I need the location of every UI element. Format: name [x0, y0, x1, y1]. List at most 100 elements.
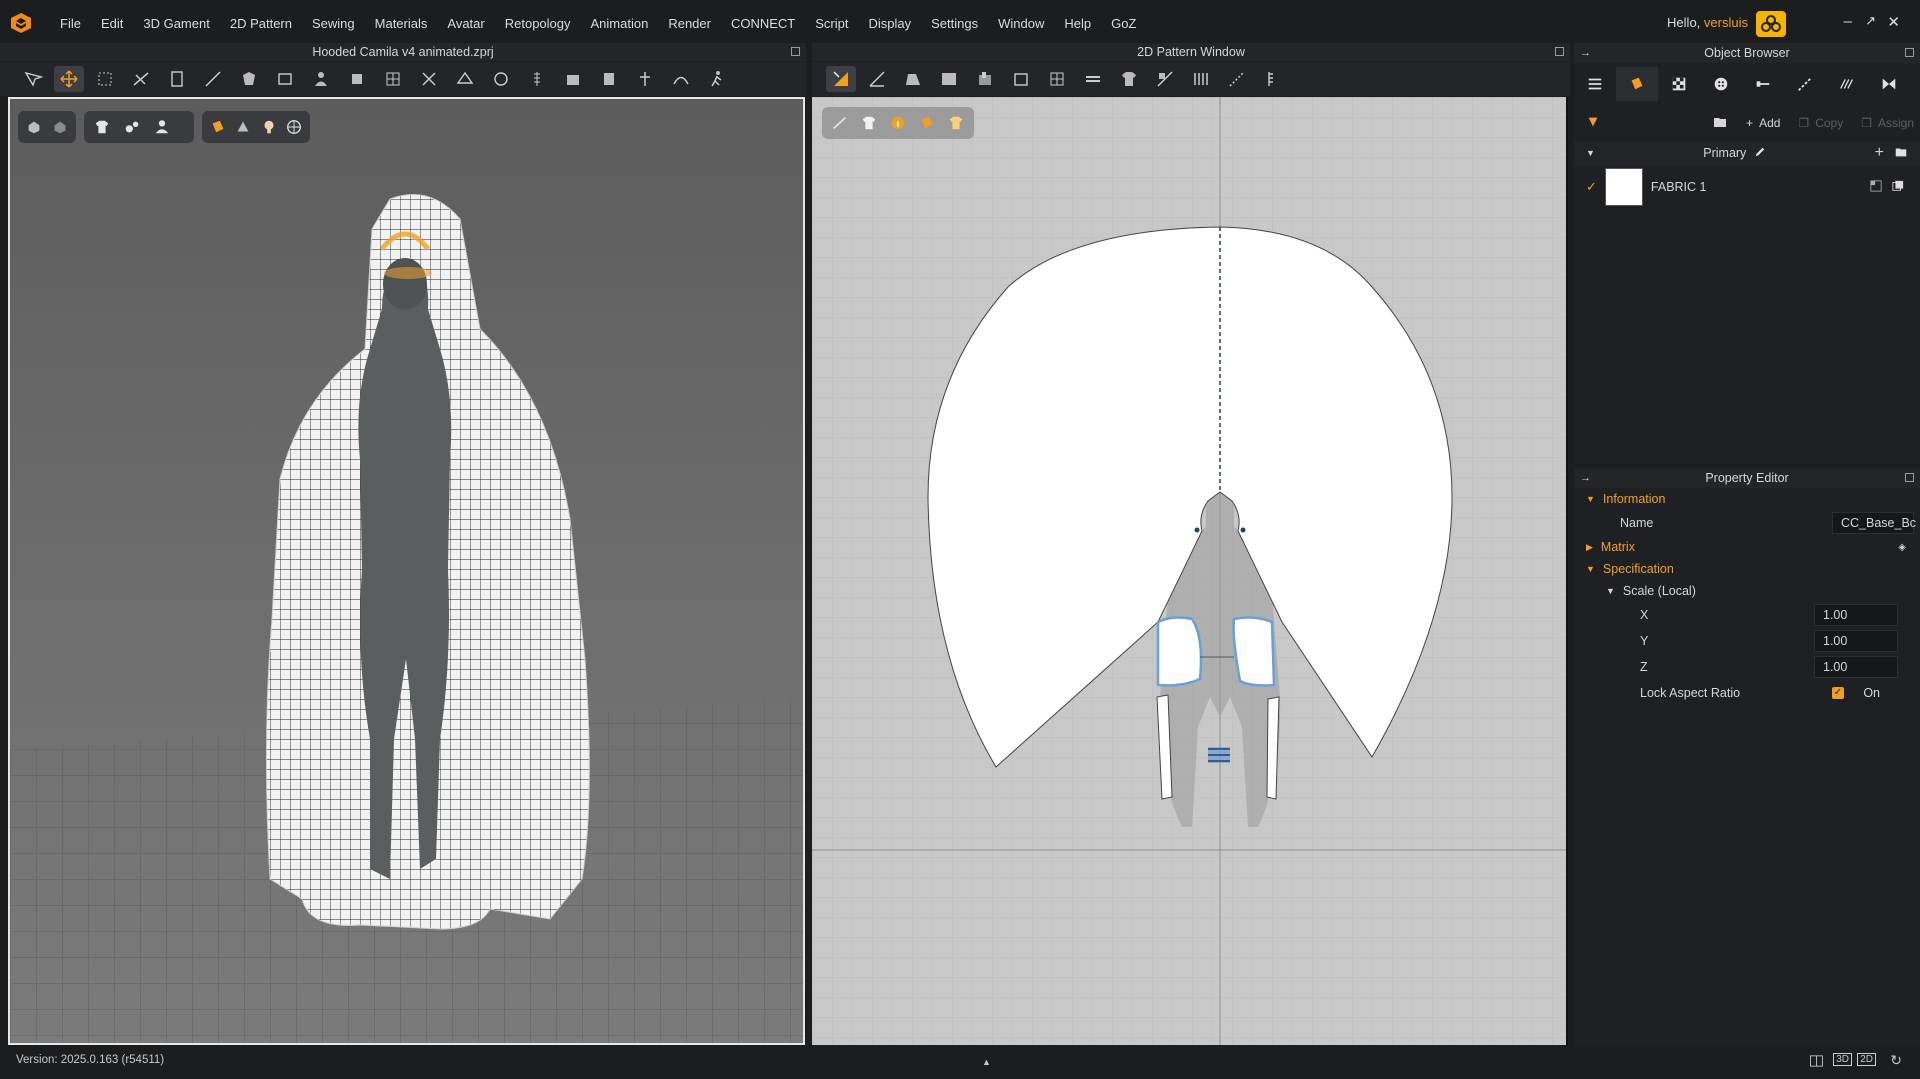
lock-aspect-checkbox[interactable]: ✓ — [1832, 687, 1844, 699]
puckering-icon[interactable] — [1826, 67, 1868, 101]
zipper-icon[interactable] — [1742, 67, 1784, 101]
menu-file[interactable]: File — [50, 16, 91, 31]
user-avatar-badge[interactable] — [1756, 11, 1786, 37]
shirt-display-icon[interactable] — [90, 116, 114, 138]
pattern2d-float-icon[interactable] — [1555, 47, 1564, 56]
fabric-copy-icon[interactable] — [1892, 180, 1904, 195]
scale-z-field[interactable]: 1.00 — [1814, 656, 1898, 678]
shading-display-icon[interactable] — [234, 116, 254, 138]
arrange-tool-icon[interactable] — [414, 66, 444, 92]
menu-avatar[interactable]: Avatar — [437, 16, 494, 31]
pin-tool-icon[interactable] — [270, 66, 300, 92]
fold-tool-icon[interactable] — [126, 66, 156, 92]
copy-button[interactable]: ❐ Copy — [1798, 116, 1843, 130]
menu-2d-pattern[interactable]: 2D Pattern — [220, 16, 302, 31]
trim-icon[interactable] — [1868, 67, 1910, 101]
material-list-icon[interactable] — [1586, 115, 1600, 132]
button-icon[interactable] — [1700, 67, 1742, 101]
app-logo-icon[interactable] — [10, 12, 32, 34]
strengthen-tool-icon[interactable] — [450, 66, 480, 92]
fabric-swatch[interactable] — [1604, 168, 1643, 206]
trim-tool-icon[interactable] — [558, 66, 588, 92]
fit-tool-icon[interactable] — [342, 66, 372, 92]
trace-tool-icon[interactable] — [1006, 66, 1036, 92]
zipper-tool-icon[interactable] — [522, 66, 552, 92]
menu-settings[interactable]: Settings — [921, 16, 988, 31]
globe-tool-icon[interactable] — [486, 66, 516, 92]
transform-tool-icon[interactable] — [90, 66, 120, 92]
assign-button[interactable]: ❒ Assign — [1861, 116, 1914, 130]
menu-retopology[interactable]: Retopology — [495, 16, 581, 31]
matrix-reset-icon[interactable]: ◈ — [1898, 542, 1906, 553]
restore-window-icon[interactable]: ↗ — [1865, 13, 1876, 29]
environment-display-icon[interactable] — [285, 116, 305, 138]
internal-polygon-tool-icon[interactable] — [970, 66, 1000, 92]
select-mesh-tool-icon[interactable] — [18, 66, 48, 92]
fabric-icon[interactable] — [1616, 67, 1658, 101]
head-display-icon[interactable] — [259, 116, 279, 138]
matrix-section-header[interactable]: ▶ Matrix ◈ — [1574, 536, 1920, 558]
tack-tool-icon[interactable] — [234, 66, 264, 92]
name-field[interactable]: CC_Base_Bc — [1832, 512, 1916, 534]
minimize-icon[interactable]: – — [1844, 13, 1852, 30]
topstitch-tool-icon[interactable] — [1222, 66, 1252, 92]
texture-display-icon[interactable] — [208, 116, 228, 138]
add-button[interactable]: + Add — [1746, 116, 1780, 130]
polygon-tool-icon[interactable] — [898, 66, 928, 92]
add-group-icon[interactable]: + — [1875, 144, 1884, 162]
pattern-canvas-2d[interactable] — [812, 97, 1568, 1045]
menu-animation[interactable]: Animation — [581, 16, 659, 31]
list-icon[interactable] — [1574, 67, 1616, 101]
primary-group-row[interactable]: ▼ Primary + — [1574, 141, 1920, 165]
menu-sewing[interactable]: Sewing — [302, 16, 365, 31]
refresh-icon[interactable]: ↻ — [1890, 1052, 1902, 1069]
menu-3d-garment[interactable]: 3D Gament — [133, 16, 219, 31]
dock-arrow-icon[interactable]: → — [1580, 43, 1591, 63]
view-3d-button[interactable]: 3D — [1833, 1053, 1852, 1066]
close-icon[interactable]: ✕ — [1887, 13, 1900, 31]
edit-point-tool-icon[interactable] — [862, 66, 892, 92]
fabric-layout-icon[interactable] — [1870, 179, 1882, 195]
open-folder-icon[interactable] — [1712, 114, 1728, 133]
menu-materials[interactable]: Materials — [365, 16, 438, 31]
dock-arrow-icon[interactable]: → — [1580, 468, 1591, 488]
garment-display-icon[interactable] — [50, 116, 70, 138]
menu-display[interactable]: Display — [858, 16, 921, 31]
info-display-icon[interactable] — [886, 112, 909, 134]
menu-render[interactable]: Render — [658, 16, 721, 31]
username[interactable]: versluis — [1704, 15, 1748, 30]
avatar-visibility-icon[interactable] — [150, 116, 174, 138]
collapse-arrow-icon[interactable]: ▼ — [1586, 148, 1595, 158]
curve-tool-icon[interactable] — [666, 66, 696, 92]
viewport3d-float-icon[interactable] — [791, 47, 800, 56]
garment-2d-tool-icon[interactable] — [1114, 66, 1144, 92]
sewing-display-icon[interactable] — [120, 116, 144, 138]
menu-connect[interactable]: CONNECT — [721, 16, 805, 31]
button-tool-icon[interactable] — [630, 66, 660, 92]
rectangle-tool-icon[interactable] — [934, 66, 964, 92]
menu-script[interactable]: Script — [805, 16, 858, 31]
topstitch-icon[interactable] — [1784, 67, 1826, 101]
fabric-list-item[interactable]: ✓ FABRIC 1 — [1574, 165, 1920, 209]
walk-tool-icon[interactable] — [702, 66, 732, 92]
property-editor-float-icon[interactable] — [1905, 473, 1914, 482]
menu-goz[interactable]: GoZ — [1101, 16, 1146, 31]
fabric-texture-icon[interactable] — [916, 112, 939, 134]
pleat-tool-icon[interactable] — [1186, 66, 1216, 92]
fabric-checked-icon[interactable]: ✓ — [1586, 179, 1597, 195]
grid-2d-tool-icon[interactable] — [1042, 66, 1072, 92]
garment-flip-icon[interactable] — [945, 112, 968, 134]
information-section-header[interactable]: ▼ Information — [1574, 488, 1920, 510]
scale-subsection-header[interactable]: ▼ Scale (Local) — [1574, 580, 1920, 602]
group-folder-icon[interactable] — [1894, 145, 1908, 162]
object-browser-float-icon[interactable] — [1905, 48, 1914, 57]
view-2d-button[interactable]: 2D — [1857, 1053, 1876, 1066]
garment-tool-icon[interactable] — [162, 66, 192, 92]
scale-y-field[interactable]: 1.00 — [1814, 630, 1898, 652]
menu-edit[interactable]: Edit — [91, 16, 133, 31]
avatar-display-icon[interactable] — [24, 116, 44, 138]
box-tool-icon[interactable] — [594, 66, 624, 92]
edit-pattern-tool-icon[interactable] — [826, 66, 856, 92]
move-tool-icon[interactable] — [54, 66, 84, 92]
edit-pencil-icon[interactable] — [1754, 146, 1766, 161]
